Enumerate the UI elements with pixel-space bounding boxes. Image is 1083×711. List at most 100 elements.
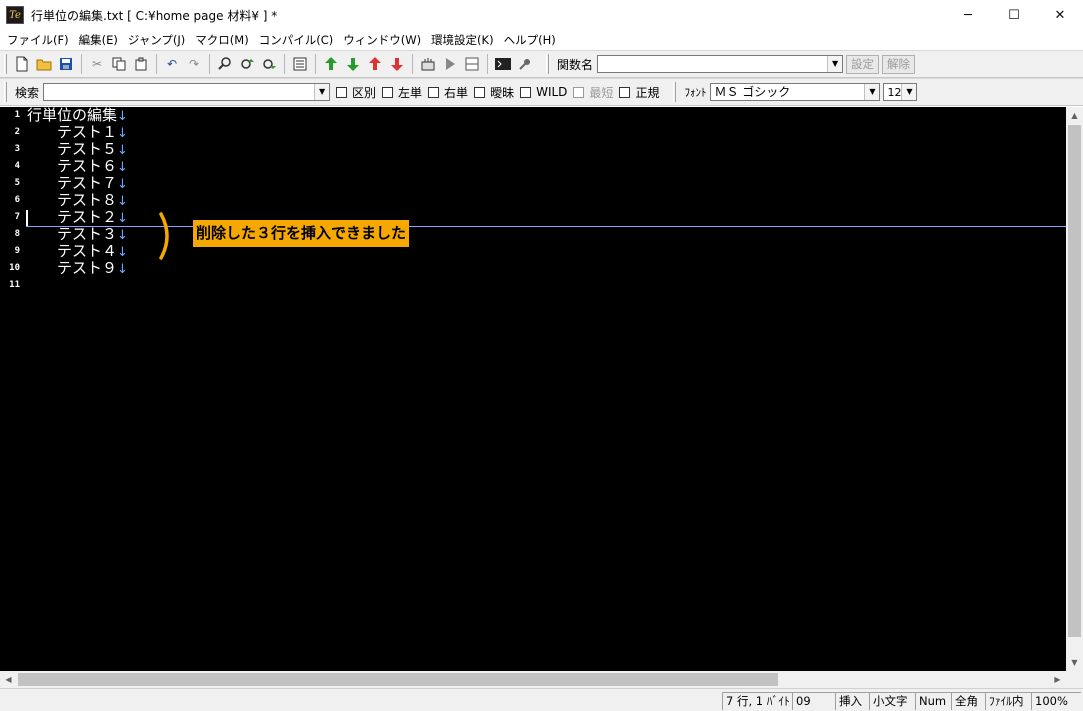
- horizontal-scroll-thumb[interactable]: [18, 673, 778, 686]
- checkbox-box[interactable]: [336, 86, 348, 98]
- jump-down-icon[interactable]: [342, 53, 364, 75]
- vertical-scroll-thumb[interactable]: [1068, 125, 1081, 637]
- clear-button[interactable]: 解除: [882, 54, 916, 74]
- editor-line[interactable]: 10 テスト９↓: [0, 260, 1066, 278]
- minimize-button[interactable]: ─: [945, 0, 991, 30]
- toolbar-grip[interactable]: [4, 82, 7, 102]
- set-button[interactable]: 設定: [846, 54, 880, 74]
- scroll-right-icon[interactable]: ▶: [1049, 671, 1066, 688]
- line-number: 4: [14, 161, 20, 171]
- scroll-left-icon[interactable]: ◀: [0, 671, 17, 688]
- line-number: 1: [14, 110, 20, 120]
- run-icon[interactable]: [439, 53, 461, 75]
- editor-line[interactable]: 2 テスト１↓: [0, 124, 1066, 142]
- menu-bar: ファイル(F) 編集(E) ジャンプ(J) マクロ(M) コンパイル(C) ウィ…: [0, 30, 1083, 50]
- scroll-down-icon[interactable]: ▼: [1066, 654, 1083, 671]
- option-left-word-checkbox[interactable]: 左単: [382, 84, 422, 101]
- open-folder-icon[interactable]: [33, 53, 55, 75]
- status-insert-mode[interactable]: 挿入: [835, 692, 869, 710]
- line-number: 7: [14, 212, 20, 222]
- bookmark-down-icon[interactable]: [386, 53, 408, 75]
- eol-mark-icon: ↓: [117, 194, 128, 209]
- app-icon[interactable]: Te: [6, 6, 24, 24]
- redo-icon[interactable]: ↷: [183, 53, 205, 75]
- line-number: 3: [14, 144, 20, 154]
- chevron-down-icon[interactable]: ▼: [827, 56, 843, 72]
- line-text[interactable]: テスト９↓: [27, 260, 128, 278]
- console-icon[interactable]: [492, 53, 514, 75]
- window-controls: ─ ☐ ✕: [945, 0, 1083, 30]
- checkbox-box: [573, 86, 585, 98]
- search-label: 検索: [15, 85, 40, 100]
- grep-icon[interactable]: [289, 53, 311, 75]
- close-button[interactable]: ✕: [1037, 0, 1083, 30]
- option-wildcard-checkbox[interactable]: WILD: [520, 85, 567, 99]
- line-number: 2: [14, 127, 20, 137]
- option-fuzzy-checkbox[interactable]: 曖昧: [474, 84, 514, 101]
- paste-icon[interactable]: [130, 53, 152, 75]
- editor-line[interactable]: 3 テスト５↓: [0, 141, 1066, 159]
- font-value: ＭＳ ゴシック: [714, 85, 791, 99]
- function-name-combo[interactable]: ▼: [597, 55, 844, 73]
- search-combo[interactable]: ▼: [43, 83, 331, 101]
- new-file-icon[interactable]: [11, 53, 33, 75]
- scroll-up-icon[interactable]: ▲: [1066, 107, 1083, 124]
- bookmark-up-icon[interactable]: [364, 53, 386, 75]
- maximize-button[interactable]: ☐: [991, 0, 1037, 30]
- chevron-down-icon[interactable]: ▼: [901, 84, 917, 100]
- status-zoom[interactable]: 100%: [1031, 692, 1081, 710]
- line-number: 5: [14, 178, 20, 188]
- tool-pin-icon[interactable]: [514, 53, 536, 75]
- horizontal-scrollbar[interactable]: ◀ ▶: [0, 671, 1066, 688]
- editor-line[interactable]: 6 テスト８↓: [0, 192, 1066, 210]
- font-combo[interactable]: ＭＳ ゴシック ▼: [710, 83, 881, 101]
- search-down-icon[interactable]: [258, 53, 280, 75]
- menu-compile[interactable]: コンパイル(C): [254, 32, 339, 48]
- checkbox-box[interactable]: [474, 86, 486, 98]
- editor-area[interactable]: 1 行単位の編集↓ 2 テスト１↓ 3 テスト５↓ 4 テスト６↓ 5 テスト７…: [0, 107, 1066, 671]
- toolbar-grip[interactable]: [4, 54, 7, 74]
- editor-line[interactable]: 1 行単位の編集↓: [0, 107, 1066, 124]
- status-case[interactable]: 小文字: [869, 692, 915, 710]
- menu-macro[interactable]: マクロ(M): [190, 32, 253, 48]
- option-regex-checkbox[interactable]: 正規: [619, 84, 659, 101]
- search-icon[interactable]: [214, 53, 236, 75]
- undo-icon[interactable]: ↶: [161, 53, 183, 75]
- save-icon[interactable]: [55, 53, 77, 75]
- editor-line[interactable]: 4 テスト６↓: [0, 158, 1066, 176]
- toolbar-grip[interactable]: [673, 82, 677, 102]
- toolbar-grip[interactable]: [546, 54, 549, 74]
- status-scope[interactable]: ﾌｧｲﾙ内: [985, 692, 1031, 710]
- menu-file[interactable]: ファイル(F): [2, 32, 74, 48]
- current-line-underline: [26, 226, 1066, 227]
- editor-line[interactable]: 5 テスト７↓: [0, 175, 1066, 193]
- status-position: 7 行, 1 ﾊﾞｲﾄ: [722, 692, 792, 710]
- status-width[interactable]: 全角: [951, 692, 985, 710]
- checkbox-box[interactable]: [520, 86, 532, 98]
- font-size-combo[interactable]: 12 ▼: [883, 83, 918, 101]
- menu-help[interactable]: ヘルプ(H): [499, 32, 561, 48]
- option-case-checkbox[interactable]: 区別: [336, 84, 376, 101]
- copy-icon[interactable]: [108, 53, 130, 75]
- menu-window[interactable]: ウィンドウ(W): [338, 32, 426, 48]
- chevron-down-icon[interactable]: ▼: [864, 84, 880, 100]
- jump-up-icon[interactable]: [320, 53, 342, 75]
- search-up-icon[interactable]: [236, 53, 258, 75]
- chevron-down-icon[interactable]: ▼: [314, 84, 330, 100]
- eol-mark-icon: ↓: [117, 262, 128, 277]
- compile-icon[interactable]: [417, 53, 439, 75]
- annotation-callout: 削除した３行を挿入できました: [193, 220, 410, 247]
- checkbox-box[interactable]: [428, 86, 440, 98]
- option-right-word-checkbox[interactable]: 右単: [428, 84, 468, 101]
- scrollbar-corner: [1066, 671, 1083, 688]
- checkbox-box[interactable]: [382, 86, 394, 98]
- cut-icon[interactable]: ✂: [86, 53, 108, 75]
- menu-jump[interactable]: ジャンプ(J): [123, 32, 190, 48]
- editor-line[interactable]: 11: [0, 277, 1066, 294]
- vertical-scrollbar[interactable]: ▲ ▼: [1066, 107, 1083, 671]
- checkbox-box[interactable]: [619, 86, 631, 98]
- split-window-icon[interactable]: [461, 53, 483, 75]
- annotation-bracket-icon: [159, 212, 169, 260]
- menu-edit[interactable]: 編集(E): [74, 32, 123, 48]
- menu-settings[interactable]: 環境設定(K): [426, 32, 499, 48]
